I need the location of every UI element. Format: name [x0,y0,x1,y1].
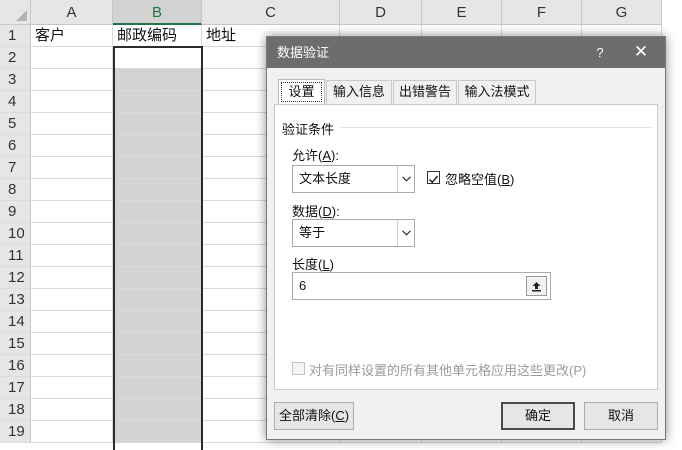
cell-a3[interactable] [31,69,113,91]
cell-a14[interactable] [31,311,113,333]
cell-a5[interactable] [31,113,113,135]
cell-a12[interactable] [31,267,113,289]
cell-b2[interactable] [113,47,202,69]
criteria-group-title: 验证条件 [282,119,339,138]
cell-b10[interactable] [113,223,202,245]
cell-b18[interactable] [113,399,202,421]
cell-a8[interactable] [31,179,113,201]
row-header-19[interactable]: 19 [0,421,31,443]
allow-value: 文本长度 [299,171,352,186]
row-header-4[interactable]: 4 [0,91,31,113]
data-value: 等于 [299,225,326,240]
cell-b7[interactable] [113,157,202,179]
row-header-7[interactable]: 7 [0,157,31,179]
cell-a15[interactable] [31,333,113,355]
tab-settings[interactable]: 设置 [278,79,325,105]
close-button[interactable]: ✕ [623,37,659,68]
cell-b5[interactable] [113,113,202,135]
data-label: 数据(D): [292,204,340,219]
chevron-down-icon [397,220,414,246]
cell-b17[interactable] [113,377,202,399]
row-header-18[interactable]: 18 [0,399,31,421]
row-header-9[interactable]: 9 [0,201,31,223]
column-header-d[interactable]: D [340,0,422,25]
cell-a18[interactable] [31,399,113,421]
column-header-e[interactable]: E [422,0,502,25]
row-header-13[interactable]: 13 [0,289,31,311]
tab-ime-mode[interactable]: 输入法模式 [458,80,536,104]
cell-a19[interactable] [31,421,113,443]
length-input[interactable]: 6 [292,272,551,300]
column-header-b[interactable]: B [113,0,202,25]
ok-button[interactable]: 确定 [501,402,575,430]
allow-label: 允许(A): [292,148,339,163]
row-header-16[interactable]: 16 [0,355,31,377]
length-value: 6 [299,278,307,293]
chevron-down-icon [397,166,414,192]
column-header-f[interactable]: F [502,0,582,25]
row-header-2[interactable]: 2 [0,47,31,69]
ignore-blank-checkbox[interactable] [427,171,440,184]
select-all-corner[interactable] [0,0,31,25]
cell-b6[interactable] [113,135,202,157]
cell-b3[interactable] [113,69,202,91]
tab-settings-label: 设置 [281,82,322,102]
column-header-a[interactable]: A [31,0,113,25]
cell-b9[interactable] [113,201,202,223]
cell-b11[interactable] [113,245,202,267]
cell-b4[interactable] [113,91,202,113]
cell-a13[interactable] [31,289,113,311]
row-header-8[interactable]: 8 [0,179,31,201]
cell-b13[interactable] [113,289,202,311]
cell-a17[interactable] [31,377,113,399]
row-header-12[interactable]: 12 [0,267,31,289]
allow-dropdown[interactable]: 文本长度 [292,165,415,193]
data-dropdown[interactable]: 等于 [292,219,415,247]
settings-panel: 验证条件 允许(A): 文本长度 忽略空值(B) 数据(D): 等于 长度(L)… [274,104,658,390]
clear-all-button[interactable]: 全部清除(C) [274,402,354,430]
criteria-group-divider [341,127,651,128]
apply-all-checkbox[interactable] [292,362,305,375]
data-validation-dialog: 数据验证 ? ✕ 设置 输入信息 出错警告 输入法模式 验证条件 允许(A): … [266,36,666,440]
ignore-blank-label[interactable]: 忽略空值(B) [445,169,514,188]
cell-b19[interactable] [113,421,202,443]
cell-a1[interactable]: 客户 [31,25,113,47]
row-header-5[interactable]: 5 [0,113,31,135]
cell-a16[interactable] [31,355,113,377]
dialog-title: 数据验证 [277,45,330,60]
cell-b14[interactable] [113,311,202,333]
dialog-titlebar[interactable]: 数据验证 ? ✕ [267,37,665,68]
tab-input-message[interactable]: 输入信息 [326,80,392,104]
cell-a6[interactable] [31,135,113,157]
cell-b16[interactable] [113,355,202,377]
row-header-6[interactable]: 6 [0,135,31,157]
cell-b15[interactable] [113,333,202,355]
cell-a7[interactable] [31,157,113,179]
cell-a11[interactable] [31,245,113,267]
cell-b12[interactable] [113,267,202,289]
column-header-g[interactable]: G [582,0,662,25]
upload-arrow-icon [532,281,541,291]
cancel-button[interactable]: 取消 [584,402,658,430]
cell-a10[interactable] [31,223,113,245]
tab-error-alert[interactable]: 出错警告 [393,80,457,104]
row-header-14[interactable]: 14 [0,311,31,333]
apply-all-label: 对有同样设置的所有其他单元格应用这些更改(P) [309,363,587,378]
checkmark-icon [428,175,439,184]
cell-a2[interactable] [31,47,113,69]
row-header-10[interactable]: 10 [0,223,31,245]
column-header-c[interactable]: C [202,0,340,25]
collapse-dialog-button[interactable] [526,276,547,296]
cell-b1[interactable]: 邮政编码 [113,25,202,47]
row-header-11[interactable]: 11 [0,245,31,267]
help-button[interactable]: ? [585,37,615,68]
row-header-17[interactable]: 17 [0,377,31,399]
length-label: 长度(L) [292,257,334,272]
cell-a4[interactable] [31,91,113,113]
row-header-15[interactable]: 15 [0,333,31,355]
cell-b8[interactable] [113,179,202,201]
row-header-1[interactable]: 1 [0,25,31,47]
row-header-3[interactable]: 3 [0,69,31,91]
cell-a9[interactable] [31,201,113,223]
